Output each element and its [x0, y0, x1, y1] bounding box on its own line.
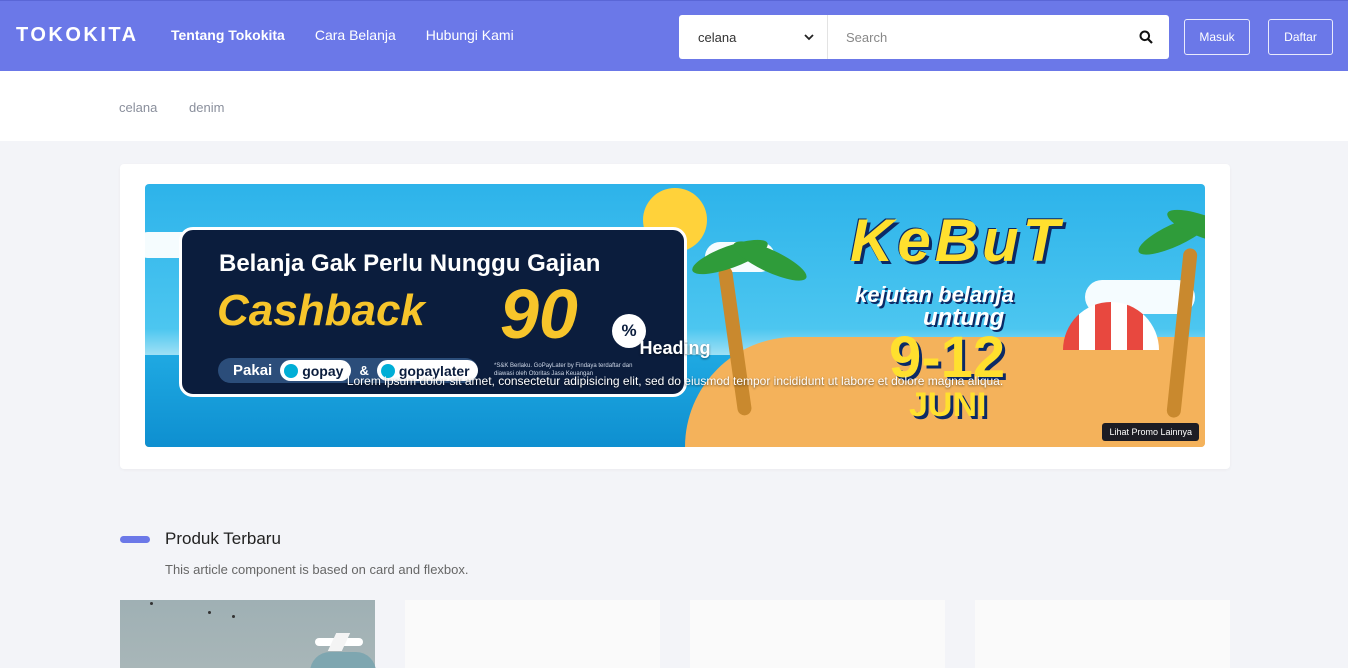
search-button[interactable]: [1123, 15, 1169, 59]
bird-shape: [150, 602, 153, 605]
promo-box: Belanja Gak Perlu Nunggu Gajian Cashback…: [179, 227, 687, 397]
product-card[interactable]: [975, 600, 1230, 668]
product-card[interactable]: [120, 600, 376, 668]
product-card[interactable]: [405, 600, 660, 668]
tag-celana[interactable]: celana: [119, 100, 157, 115]
search-group: celana: [679, 15, 1169, 59]
category-select-value: celana: [698, 29, 737, 45]
section-title: Produk Terbaru: [165, 529, 281, 548]
nav-link-cara-belanja[interactable]: Cara Belanja: [315, 27, 396, 43]
wave-shape: [310, 652, 376, 668]
search-icon: [1139, 30, 1153, 44]
promo-banner[interactable]: Belanja Gak Perlu Nunggu Gajian Cashback…: [145, 184, 1205, 447]
bird-shape: [232, 615, 235, 618]
more-promo-button[interactable]: Lihat Promo Lainnya: [1102, 423, 1199, 441]
register-button[interactable]: Daftar: [1268, 19, 1333, 55]
nav-link-tentang[interactable]: Tentang Tokokita: [171, 27, 285, 43]
navbar: TOKOKITA Tentang Tokokita Cara Belanja H…: [0, 0, 1348, 71]
tag-bar: celana denim: [0, 71, 1348, 141]
carousel-caption-heading: Heading: [639, 338, 711, 358]
section-subtitle: This article component is based on card …: [165, 562, 469, 577]
kebut-title: KeBuT: [850, 207, 1064, 274]
product-card[interactable]: [690, 600, 945, 668]
carousel-card: Belanja Gak Perlu Nunggu Gajian Cashback…: [120, 164, 1230, 469]
nav-links: Tentang Tokokita Cara Belanja Hubungi Ka…: [171, 27, 514, 43]
promo-cashback: Cashback: [217, 286, 425, 335]
category-select[interactable]: celana: [679, 15, 828, 59]
promo-month: JUNI: [909, 386, 987, 424]
section-accent-bar: [120, 536, 150, 543]
chevron-down-icon: [804, 34, 814, 41]
nav-link-hubungi[interactable]: Hubungi Kami: [426, 27, 514, 43]
brand-logo[interactable]: TOKOKITA: [16, 24, 139, 47]
carousel-caption-text: Lorem ipsum dolor sit amet, consectetur …: [346, 374, 1004, 388]
login-button[interactable]: Masuk: [1184, 19, 1250, 55]
tag-denim[interactable]: denim: [189, 100, 224, 115]
bird-shape: [208, 611, 211, 614]
search-input[interactable]: [828, 15, 1123, 59]
